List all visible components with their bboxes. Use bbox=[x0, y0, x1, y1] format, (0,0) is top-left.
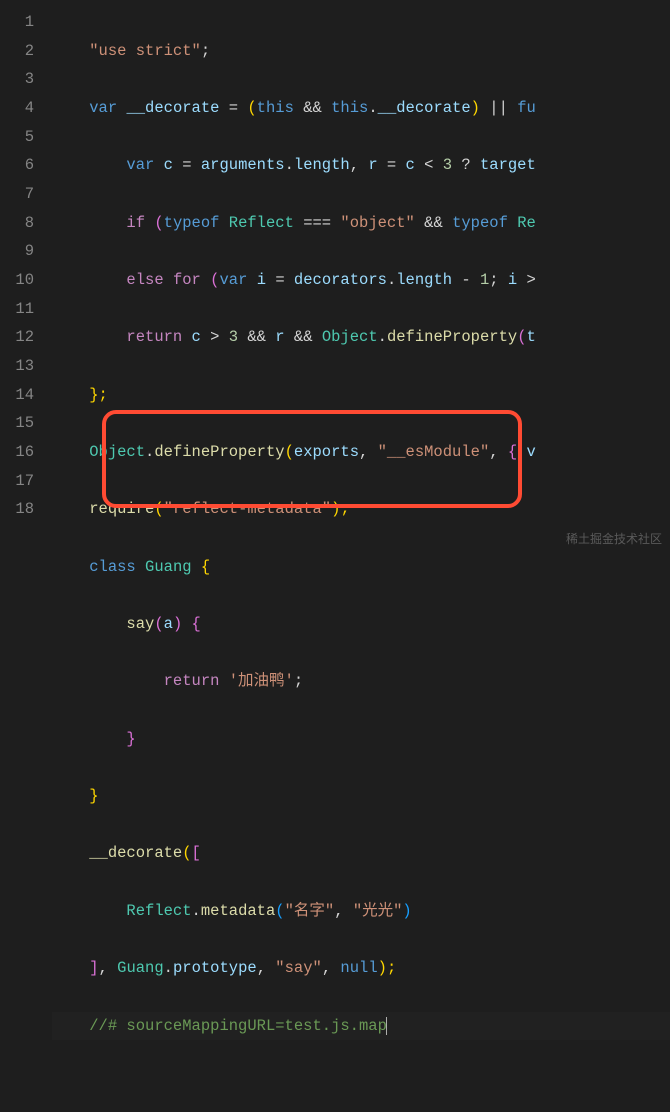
line-number: 18 bbox=[6, 495, 34, 524]
line-number: 9 bbox=[6, 237, 34, 266]
line-number: 7 bbox=[6, 180, 34, 209]
code-line[interactable]: var c = arguments.length, r = c < 3 ? ta… bbox=[52, 151, 670, 180]
code-line[interactable]: } bbox=[52, 725, 670, 754]
code-line[interactable]: say(a) { bbox=[52, 610, 670, 639]
code-line[interactable]: require("reflect-metadata"); bbox=[52, 495, 670, 524]
line-number-gutter: 1 2 3 4 5 6 7 8 9 10 11 12 13 14 15 16 1… bbox=[0, 0, 48, 556]
code-editor: 1 2 3 4 5 6 7 8 9 10 11 12 13 14 15 16 1… bbox=[0, 0, 670, 556]
code-line[interactable]: } bbox=[52, 782, 670, 811]
line-number: 16 bbox=[6, 438, 34, 467]
line-number: 4 bbox=[6, 94, 34, 123]
line-number: 10 bbox=[6, 266, 34, 295]
code-line[interactable]: return c > 3 && r && Object.defineProper… bbox=[52, 323, 670, 352]
line-number: 6 bbox=[6, 151, 34, 180]
code-line[interactable]: class Guang { bbox=[52, 553, 670, 582]
text-cursor bbox=[386, 1017, 387, 1034]
code-line[interactable]: Reflect.metadata("名字", "光光") bbox=[52, 897, 670, 926]
code-line[interactable]: }; bbox=[52, 381, 670, 410]
code-line[interactable]: __decorate([ bbox=[52, 839, 670, 868]
line-number: 2 bbox=[6, 37, 34, 66]
code-line[interactable]: if (typeof Reflect === "object" && typeo… bbox=[52, 209, 670, 238]
line-number: 13 bbox=[6, 352, 34, 381]
line-number: 14 bbox=[6, 381, 34, 410]
line-number: 17 bbox=[6, 467, 34, 496]
line-number: 15 bbox=[6, 409, 34, 438]
line-number: 5 bbox=[6, 123, 34, 152]
code-area[interactable]: "use strict"; var __decorate = (this && … bbox=[48, 0, 670, 556]
code-line[interactable]: Object.defineProperty(exports, "__esModu… bbox=[52, 438, 670, 467]
code-line[interactable]: //# sourceMappingURL=test.js.map bbox=[52, 1012, 670, 1041]
line-number: 11 bbox=[6, 295, 34, 324]
line-number: 1 bbox=[6, 8, 34, 37]
code-line[interactable]: ], Guang.prototype, "say", null); bbox=[52, 954, 670, 983]
line-number: 8 bbox=[6, 209, 34, 238]
code-line[interactable]: var __decorate = (this && this.__decorat… bbox=[52, 94, 670, 123]
line-number: 12 bbox=[6, 323, 34, 352]
code-line[interactable]: "use strict"; bbox=[52, 37, 670, 66]
code-line[interactable]: else for (var i = decorators.length - 1;… bbox=[52, 266, 670, 295]
line-number: 3 bbox=[6, 65, 34, 94]
code-line[interactable]: return '加油鸭'; bbox=[52, 667, 670, 696]
watermark-text: 稀土掘金技术社区 bbox=[566, 528, 662, 550]
